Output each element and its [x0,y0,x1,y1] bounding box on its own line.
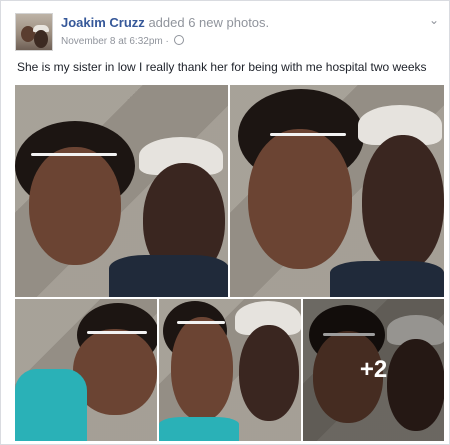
post-action: added 6 new photos. [148,15,270,30]
globe-icon[interactable] [173,35,184,45]
photo-4[interactable] [159,299,301,441]
more-photos-count: +2 [359,356,388,383]
facebook-post: Joakim Cruzz added 6 new photos. Novembe… [0,0,450,445]
photo-5-more[interactable]: +2 [303,299,444,441]
photo-3[interactable] [15,299,157,441]
post-caption: She is my sister in low I really thank h… [17,60,427,74]
author-avatar[interactable] [15,13,53,51]
author-name[interactable]: Joakim Cruzz [61,15,145,30]
photo-1[interactable] [15,85,228,297]
post-timestamp[interactable]: November 8 at 6:32pm · [61,36,169,47]
chevron-down-icon[interactable]: ⌄ [429,13,439,27]
post-header: Joakim Cruzz added 6 new photos. Novembe… [15,13,439,53]
photo-2[interactable] [230,85,444,297]
post-meta: November 8 at 6:32pm · [61,35,184,47]
post-headline: Joakim Cruzz added 6 new photos. [61,15,269,30]
